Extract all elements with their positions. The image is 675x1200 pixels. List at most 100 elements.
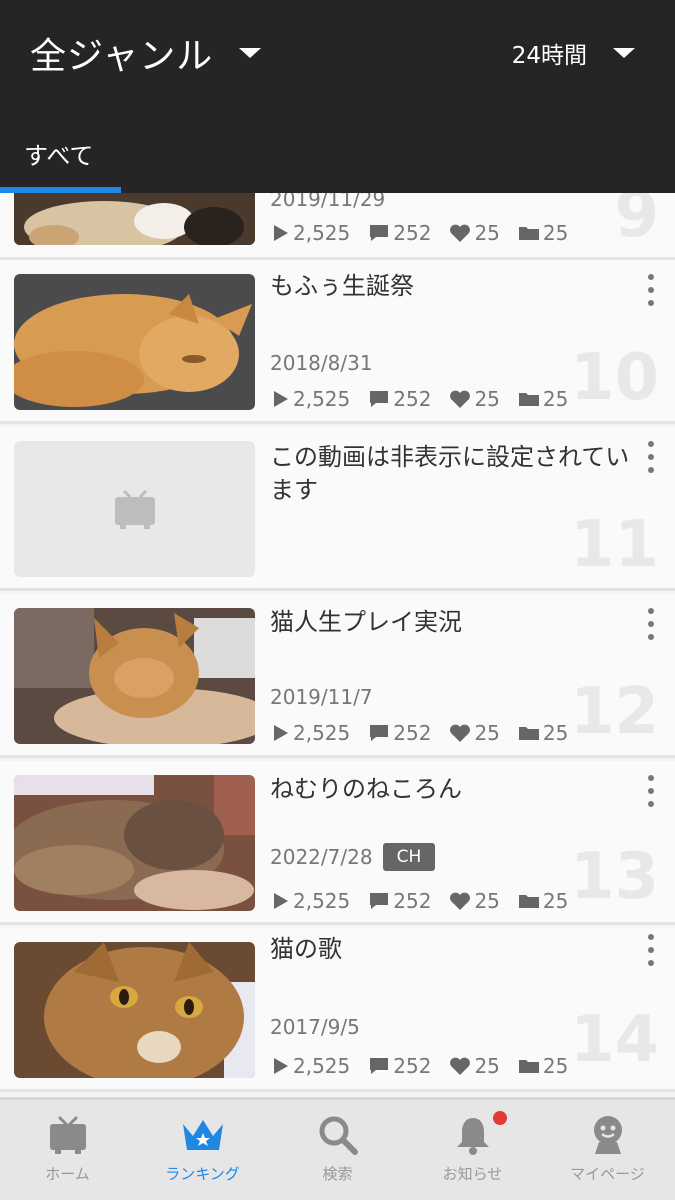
notification-badge — [493, 1111, 507, 1125]
more-options-icon[interactable] — [645, 274, 657, 306]
views-count: 2,525 — [293, 721, 351, 745]
comments-stat: 252 — [368, 221, 431, 245]
heart-icon — [450, 390, 471, 408]
views-stat: 2,525 — [270, 721, 350, 745]
tab-all-label: すべて — [24, 142, 94, 170]
video-thumbnail[interactable] — [14, 608, 255, 744]
folder-icon — [518, 1060, 539, 1073]
views-stat: 2,525 — [270, 889, 350, 913]
ranking-item-11[interactable]: この動画は非表示に設定されています 11 — [0, 427, 675, 591]
views-stat: 2,525 — [270, 221, 350, 245]
likes-count: 25 — [474, 721, 500, 745]
mylists-stat: 25 — [518, 221, 568, 245]
comment-icon — [370, 725, 389, 741]
nav-notifications[interactable]: お知らせ — [405, 1100, 540, 1200]
ranking-item-9[interactable]: 2019/11/29 2,525 252 25 25 9 — [0, 193, 675, 260]
video-stats: 2,525 252 25 25 — [270, 719, 586, 747]
play-icon — [274, 225, 288, 241]
nav-ranking-label: ランキング — [165, 1165, 240, 1183]
views-stat: 2,525 — [270, 387, 350, 411]
mylists-count: 25 — [542, 221, 569, 245]
video-thumbnail[interactable] — [14, 942, 255, 1078]
video-title[interactable]: 猫の歌 — [270, 933, 630, 966]
views-count: 2,525 — [293, 889, 351, 913]
likes-count: 25 — [474, 889, 500, 913]
comments-stat: 252 — [368, 721, 431, 745]
period-dropdown[interactable]: 24時間 — [512, 34, 635, 72]
mylists-stat: 25 — [518, 889, 568, 913]
ranking-item-14[interactable]: 猫の歌 2017/9/5 2,525 252 25 25 14 — [0, 928, 675, 1092]
genre-dropdown[interactable]: 全ジャンル — [30, 30, 262, 77]
folder-icon — [518, 727, 539, 740]
video-title[interactable]: この動画は非表示に設定されています — [270, 441, 630, 507]
video-thumbnail[interactable] — [14, 274, 255, 410]
rank-number: 13 — [569, 840, 659, 914]
views-count: 2,525 — [293, 221, 351, 245]
comments-stat: 252 — [368, 889, 431, 913]
video-thumbnail[interactable] — [14, 775, 255, 911]
crown-icon — [182, 1120, 223, 1150]
play-icon — [274, 725, 288, 741]
heart-icon — [450, 724, 471, 742]
bell-icon — [456, 1118, 489, 1155]
upload-date: 2017/9/5 — [270, 1015, 360, 1039]
rank-number: 14 — [569, 1003, 659, 1077]
mylists-stat: 25 — [518, 387, 568, 411]
heart-icon — [450, 224, 471, 242]
nav-home-label: ホーム — [45, 1165, 90, 1183]
nav-ranking[interactable]: ランキング — [135, 1100, 270, 1200]
ranking-list[interactable]: 2019/11/29 2,525 252 25 25 9 もふぅ生誕祭 2018… — [0, 193, 675, 1097]
comments-stat: 252 — [368, 387, 431, 411]
play-icon — [274, 893, 288, 909]
comment-icon — [370, 893, 389, 909]
video-stats: 2,525 252 25 25 — [270, 385, 586, 413]
video-stats: 2,525 252 25 25 — [270, 219, 586, 247]
video-stats: 2,525 252 25 25 — [270, 887, 586, 915]
more-options-icon[interactable] — [645, 441, 657, 473]
upload-date: 2019/11/29 — [270, 193, 386, 211]
nav-search-label: 検索 — [322, 1165, 353, 1183]
app-header: 全ジャンル 24時間 すべて — [0, 0, 675, 193]
play-icon — [274, 1058, 288, 1074]
mylists-count: 25 — [542, 721, 569, 745]
video-title[interactable]: もふぅ生誕祭 — [270, 270, 630, 303]
ranking-item-13[interactable]: ねむりのねころん 2022/7/28 CH 2,525 252 25 25 13 — [0, 761, 675, 925]
video-title[interactable]: ねむりのねころん — [270, 773, 630, 806]
ranking-item-10[interactable]: もふぅ生誕祭 2018/8/31 2,525 252 25 25 10 — [0, 260, 675, 424]
video-thumbnail[interactable] — [14, 193, 255, 245]
nav-mypage[interactable]: マイページ — [540, 1100, 675, 1200]
comments-stat: 252 — [368, 1054, 431, 1078]
likes-stat: 25 — [449, 387, 500, 411]
ranking-item-12[interactable]: 猫人生プレイ実況 2019/11/7 2,525 252 25 25 12 — [0, 594, 675, 758]
likes-count: 25 — [474, 387, 500, 411]
likes-stat: 25 — [449, 889, 500, 913]
video-thumbnail-placeholder[interactable] — [14, 441, 255, 577]
comments-count: 252 — [393, 1054, 432, 1078]
upload-date: 2019/11/7 — [270, 685, 373, 709]
likes-stat: 25 — [449, 221, 500, 245]
period-chevron-down-icon — [613, 48, 635, 58]
likes-stat: 25 — [449, 1054, 500, 1078]
folder-icon — [518, 895, 539, 908]
mylists-count: 25 — [542, 1054, 569, 1078]
nav-mypage-label: マイページ — [570, 1165, 645, 1183]
views-count: 2,525 — [293, 1054, 351, 1078]
video-title[interactable]: 猫人生プレイ実況 — [270, 606, 630, 639]
mylists-stat: 25 — [518, 1054, 568, 1078]
genre-chevron-down-icon — [239, 48, 262, 58]
comments-count: 252 — [393, 889, 432, 913]
nav-notifications-label: お知らせ — [442, 1165, 503, 1183]
nav-search[interactable]: 検索 — [270, 1100, 405, 1200]
comments-count: 252 — [393, 387, 432, 411]
comments-count: 252 — [393, 221, 432, 245]
comment-icon — [370, 1058, 389, 1074]
user-icon — [593, 1116, 622, 1154]
nav-home[interactable]: ホーム — [0, 1100, 135, 1200]
play-icon — [274, 391, 288, 407]
tab-all[interactable]: すべて — [0, 120, 121, 193]
mylists-count: 25 — [542, 387, 569, 411]
more-options-icon[interactable] — [645, 775, 657, 807]
more-options-icon[interactable] — [645, 934, 657, 966]
upload-date: 2022/7/28 — [270, 845, 373, 869]
more-options-icon[interactable] — [645, 608, 657, 640]
